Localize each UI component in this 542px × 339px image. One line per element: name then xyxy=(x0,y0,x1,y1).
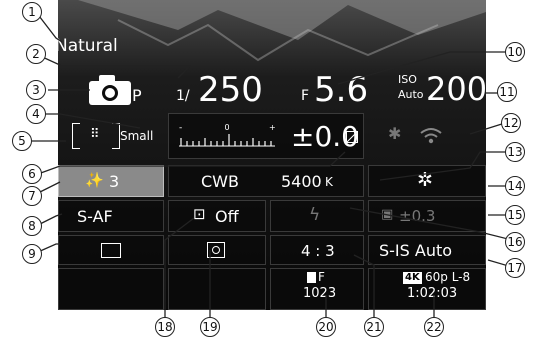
wb-kelvin-unit: K xyxy=(325,175,333,189)
callout-5: 5 xyxy=(12,131,32,151)
af-target-size: Small xyxy=(120,129,154,143)
af-mode-tile[interactable]: S-AF xyxy=(58,200,164,232)
face-priority-tile[interactable]: ⊡ Off xyxy=(168,200,266,232)
flash-comp-icon: ▣ xyxy=(381,207,394,222)
quality-code: F xyxy=(318,270,325,284)
shutter-prefix: 1/ xyxy=(176,88,190,104)
callout-14: 14 xyxy=(505,176,525,196)
stabilizer-tile[interactable]: S-IS Auto xyxy=(368,235,486,265)
iso-value: 200 xyxy=(426,70,486,108)
svg-text:-: - xyxy=(179,123,182,133)
iso-label: ISO xyxy=(398,73,417,86)
af-mode-label: S-AF xyxy=(77,207,113,226)
quality-large-icon xyxy=(307,272,316,283)
art-filter-tile[interactable]: ✨ 3 xyxy=(58,165,164,197)
iso-setting[interactable]: ISO Auto 200 xyxy=(398,70,486,110)
empty-tile-2 xyxy=(168,268,266,310)
callout-1: 1 xyxy=(22,2,42,22)
callout-6: 6 xyxy=(22,164,42,184)
callout-9: 9 xyxy=(22,244,42,264)
shots-remaining: 1023 xyxy=(303,286,337,301)
movie-format: 60p L-8 xyxy=(425,270,471,284)
callout-20: 20 xyxy=(316,317,336,337)
af-grid-icon: ⠿ xyxy=(90,127,100,142)
svg-text:0: 0 xyxy=(224,123,229,132)
gear-icon: ✲ xyxy=(417,169,433,191)
aperture-value[interactable]: F 5.6 xyxy=(301,70,391,110)
shutter-value: 250 xyxy=(198,70,263,110)
exposure-scale: 0 - + xyxy=(179,123,276,147)
callout-12: 12 xyxy=(501,113,521,133)
callout-11: 11 xyxy=(497,82,517,102)
callout-17: 17 xyxy=(505,258,525,278)
single-frame-icon xyxy=(101,243,121,258)
picture-mode-label[interactable]: Natural xyxy=(58,36,118,56)
face-priority-value: Off xyxy=(215,207,239,226)
bluetooth-icon: ✱ xyxy=(388,124,402,143)
shooting-mode[interactable]: P xyxy=(88,72,148,108)
callout-10: 10 xyxy=(505,42,525,62)
aperture-number: 5.6 xyxy=(314,70,369,110)
4k-badge: 4K xyxy=(403,272,422,284)
exposure-preview-icon xyxy=(346,131,358,143)
movie-time-remaining: 1:02:03 xyxy=(407,286,458,301)
callout-13: 13 xyxy=(505,142,525,162)
callout-4: 4 xyxy=(26,104,46,124)
image-quality-tile[interactable]: F 1023 xyxy=(270,268,364,310)
flash-compensation-tile[interactable]: ▣ ±0.3 xyxy=(368,200,486,232)
callout-2: 2 xyxy=(26,44,46,64)
movie-quality-tile[interactable]: 4K 60p L-8 1:02:03 xyxy=(368,268,486,310)
sparkle-icon: ✨ xyxy=(85,171,104,189)
drive-mode-tile[interactable] xyxy=(58,235,164,265)
callout-16: 16 xyxy=(505,232,525,252)
wb-mode-label: CWB xyxy=(201,172,239,191)
shooting-mode-letter: P xyxy=(132,86,142,105)
flash-mode-tile[interactable]: ϟ xyxy=(270,200,364,232)
wb-kelvin-value: 5400 xyxy=(281,172,322,191)
exposure-compensation-tile[interactable]: 0 - + ±0.0 xyxy=(168,113,364,159)
art-filter-number: 3 xyxy=(109,172,120,191)
svg-text:+: + xyxy=(269,123,276,132)
callout-21: 21 xyxy=(364,317,384,337)
metering-tile[interactable] xyxy=(168,235,266,265)
callout-3: 3 xyxy=(26,80,46,100)
white-balance-tile[interactable]: CWB 5400 K xyxy=(168,165,364,197)
aspect-ratio-value: 4 : 3 xyxy=(301,242,335,260)
callout-15: 15 xyxy=(505,205,525,225)
flash-comp-value: ±0.3 xyxy=(399,207,436,225)
face-detect-icon: ⊡ xyxy=(193,205,206,223)
callout-22: 22 xyxy=(424,317,444,337)
callout-8: 8 xyxy=(22,216,42,236)
super-control-panel: Natural P 1/ 250 F 5.6 ISO Auto 200 0 - … xyxy=(58,0,486,310)
aspect-ratio-tile[interactable]: 4 : 3 xyxy=(270,235,364,265)
flash-icon: ϟ xyxy=(309,205,321,225)
bracket-right-icon xyxy=(112,123,120,149)
callout-18: 18 xyxy=(155,317,175,337)
callout-7: 7 xyxy=(22,186,42,206)
bracket-left-icon xyxy=(72,123,80,149)
camera-icon xyxy=(89,75,131,105)
af-target-area[interactable]: ⠿ Small xyxy=(66,123,156,151)
empty-tile-1 xyxy=(58,268,164,310)
wifi-icon xyxy=(420,128,442,144)
metering-icon xyxy=(207,242,225,258)
picture-settings-tile[interactable]: ✲ xyxy=(368,165,486,197)
stabilizer-value: S-IS Auto xyxy=(379,241,453,260)
iso-auto-label: Auto xyxy=(398,88,424,101)
aperture-prefix: F xyxy=(301,88,310,104)
shutter-speed[interactable]: 1/ 250 xyxy=(176,70,276,110)
callout-19: 19 xyxy=(200,317,220,337)
